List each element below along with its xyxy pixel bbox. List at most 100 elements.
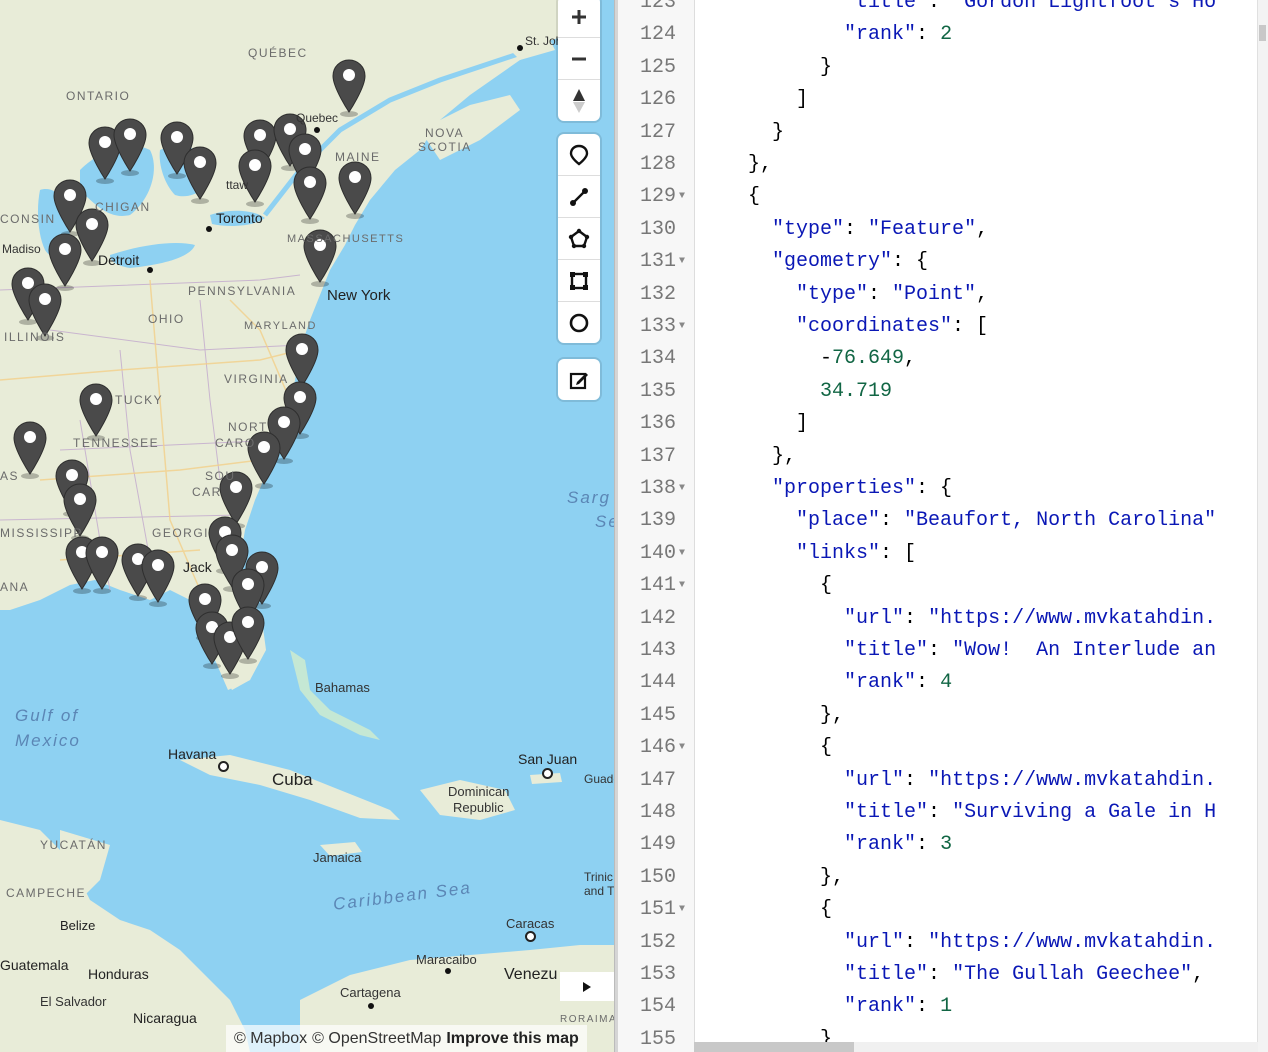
map-label: CHIGAN bbox=[95, 200, 151, 214]
vertical-scrollbar[interactable] bbox=[1257, 0, 1268, 1052]
map-label: QUÉBEC bbox=[248, 46, 308, 60]
code-line[interactable]: "url": "https://www.mvkatahdin. bbox=[700, 931, 1216, 954]
line-number: 131 bbox=[639, 250, 676, 274]
map-label: CAMPECHE bbox=[6, 886, 87, 900]
line-number: 150 bbox=[639, 865, 676, 889]
map-label: Maracaibo bbox=[416, 952, 477, 967]
horizontal-scrollbar[interactable] bbox=[694, 1042, 1258, 1052]
code-line[interactable]: ] bbox=[700, 88, 808, 111]
fold-toggle-icon[interactable]: ▼ bbox=[679, 321, 685, 332]
map-label: TENNESSEE bbox=[73, 436, 160, 450]
draw-marker-button[interactable] bbox=[558, 134, 600, 176]
fold-toggle-icon[interactable]: ▼ bbox=[679, 256, 685, 267]
draw-toolbar bbox=[558, 134, 600, 343]
code-line[interactable]: "rank": 3 bbox=[700, 833, 952, 856]
code-line[interactable]: } bbox=[700, 56, 832, 79]
map-marker-icon[interactable] bbox=[332, 59, 366, 117]
fold-toggle-icon[interactable]: ▼ bbox=[679, 742, 685, 753]
map-label: Venezu bbox=[504, 966, 558, 983]
caret-right-icon bbox=[583, 981, 591, 992]
code-line[interactable]: "geometry": { bbox=[700, 250, 928, 273]
capital-dot bbox=[542, 768, 553, 779]
map-marker-icon[interactable] bbox=[79, 383, 113, 441]
city-dot bbox=[368, 1003, 374, 1009]
map-marker-icon[interactable] bbox=[183, 146, 217, 204]
draw-rectangle-button[interactable] bbox=[558, 260, 600, 302]
line-number: 137 bbox=[639, 444, 676, 468]
map-label: ILLINOIS bbox=[4, 330, 66, 344]
map-marker-icon[interactable] bbox=[113, 118, 147, 176]
code-line[interactable]: "place": "Beaufort, North Carolina" bbox=[700, 509, 1216, 532]
code-line[interactable]: "properties": { bbox=[700, 477, 952, 500]
code-line[interactable]: { bbox=[700, 185, 760, 208]
code-line[interactable]: "title": "Wow! An Interlude an bbox=[700, 639, 1216, 662]
collapse-panel-button[interactable] bbox=[560, 972, 614, 1001]
code-line[interactable]: "coordinates": [ bbox=[700, 315, 988, 338]
code-line[interactable]: "rank": 1 bbox=[700, 995, 952, 1018]
code-line[interactable]: "rank": 4 bbox=[700, 671, 952, 694]
code-line[interactable]: }, bbox=[700, 866, 844, 889]
map-label: OHIO bbox=[148, 312, 185, 326]
line-number: 140 bbox=[639, 541, 676, 565]
draw-line-button[interactable] bbox=[558, 176, 600, 218]
line-number: 149 bbox=[639, 833, 676, 857]
line-tool-icon bbox=[570, 187, 588, 206]
code-line[interactable]: { bbox=[700, 736, 832, 759]
fold-toggle-icon[interactable]: ▼ bbox=[679, 580, 685, 591]
city-dot bbox=[147, 267, 153, 273]
map-view[interactable]: QUÉBEC ONTARIO Quebec St. Joh NOVA SCOTI… bbox=[0, 0, 614, 1052]
map-marker-icon[interactable] bbox=[338, 161, 372, 219]
draw-circle-button[interactable] bbox=[558, 302, 600, 343]
navigation-control bbox=[558, 0, 600, 121]
line-number: 130 bbox=[639, 217, 676, 241]
zoom-out-button[interactable] bbox=[558, 38, 600, 80]
edit-button[interactable] bbox=[558, 359, 600, 400]
code-line[interactable]: } bbox=[700, 121, 784, 144]
fold-toggle-icon[interactable]: ▼ bbox=[679, 904, 685, 915]
fold-toggle-icon[interactable]: ▼ bbox=[679, 483, 685, 494]
map-label: and T bbox=[584, 884, 614, 898]
code-line[interactable]: }, bbox=[700, 704, 844, 727]
map-label: VIRGINIA bbox=[224, 372, 289, 386]
improve-map-link[interactable]: Improve this map bbox=[446, 1030, 578, 1048]
map-label: Se bbox=[595, 512, 614, 531]
code-line[interactable]: "type": "Feature", bbox=[700, 218, 988, 241]
vertical-scrollbar-thumb[interactable] bbox=[1259, 25, 1266, 41]
draw-polygon-button[interactable] bbox=[558, 218, 600, 260]
code-line[interactable]: }, bbox=[700, 445, 796, 468]
line-number: 147 bbox=[639, 768, 676, 792]
map-attribution: © Mapbox © OpenStreetMap Improve this ma… bbox=[226, 1025, 587, 1052]
code-line[interactable]: { bbox=[700, 574, 832, 597]
compass-icon bbox=[573, 88, 585, 113]
code-line[interactable]: "type": "Point", bbox=[700, 283, 988, 306]
code-line[interactable]: 34.719 bbox=[700, 380, 892, 403]
map-label: Guade bbox=[584, 772, 614, 786]
code-line[interactable]: "links": [ bbox=[700, 542, 916, 565]
map-marker-icon[interactable] bbox=[293, 166, 327, 224]
code-line[interactable]: }, bbox=[700, 153, 772, 176]
map-marker-icon[interactable] bbox=[85, 536, 119, 594]
code-line[interactable]: "title": "Surviving a Gale in H bbox=[700, 801, 1216, 824]
code-line[interactable]: "rank": 2 bbox=[700, 23, 952, 46]
map-label: YUCATÁN bbox=[40, 838, 107, 852]
zoom-in-icon bbox=[572, 9, 586, 24]
map-marker-icon[interactable] bbox=[48, 233, 82, 291]
code-line[interactable]: ] bbox=[700, 412, 808, 435]
mapbox-attribution-link[interactable]: © Mapbox bbox=[234, 1030, 307, 1048]
fold-toggle-icon[interactable]: ▼ bbox=[679, 548, 685, 559]
map-label: ONTARIO bbox=[66, 89, 131, 103]
horizontal-scrollbar-thumb[interactable] bbox=[694, 1042, 854, 1052]
code-line[interactable]: { bbox=[700, 898, 832, 921]
code-line[interactable]: "title": "Gordon Lightfoot's Ho bbox=[700, 0, 1216, 14]
json-editor[interactable]: 123 124 125 126 127 128 129 ▼ 130 131 ▼ 132 133 ▼ 134 1… bbox=[618, 0, 1268, 1052]
fold-toggle-icon[interactable]: ▼ bbox=[679, 191, 685, 202]
map-label: Jack bbox=[183, 559, 212, 575]
osm-attribution-link[interactable]: © OpenStreetMap bbox=[312, 1030, 441, 1048]
code-line[interactable]: "url": "https://www.mvkatahdin. bbox=[700, 769, 1216, 792]
code-line[interactable]: "url": "https://www.mvkatahdin. bbox=[700, 607, 1216, 630]
compass-button[interactable] bbox=[558, 80, 600, 121]
zoom-in-button[interactable] bbox=[558, 0, 600, 38]
map-label: PENNSYLVANIA bbox=[188, 284, 297, 298]
code-line[interactable]: -76.649, bbox=[700, 347, 916, 370]
code-line[interactable]: "title": "The Gullah Geechee", bbox=[700, 963, 1204, 986]
